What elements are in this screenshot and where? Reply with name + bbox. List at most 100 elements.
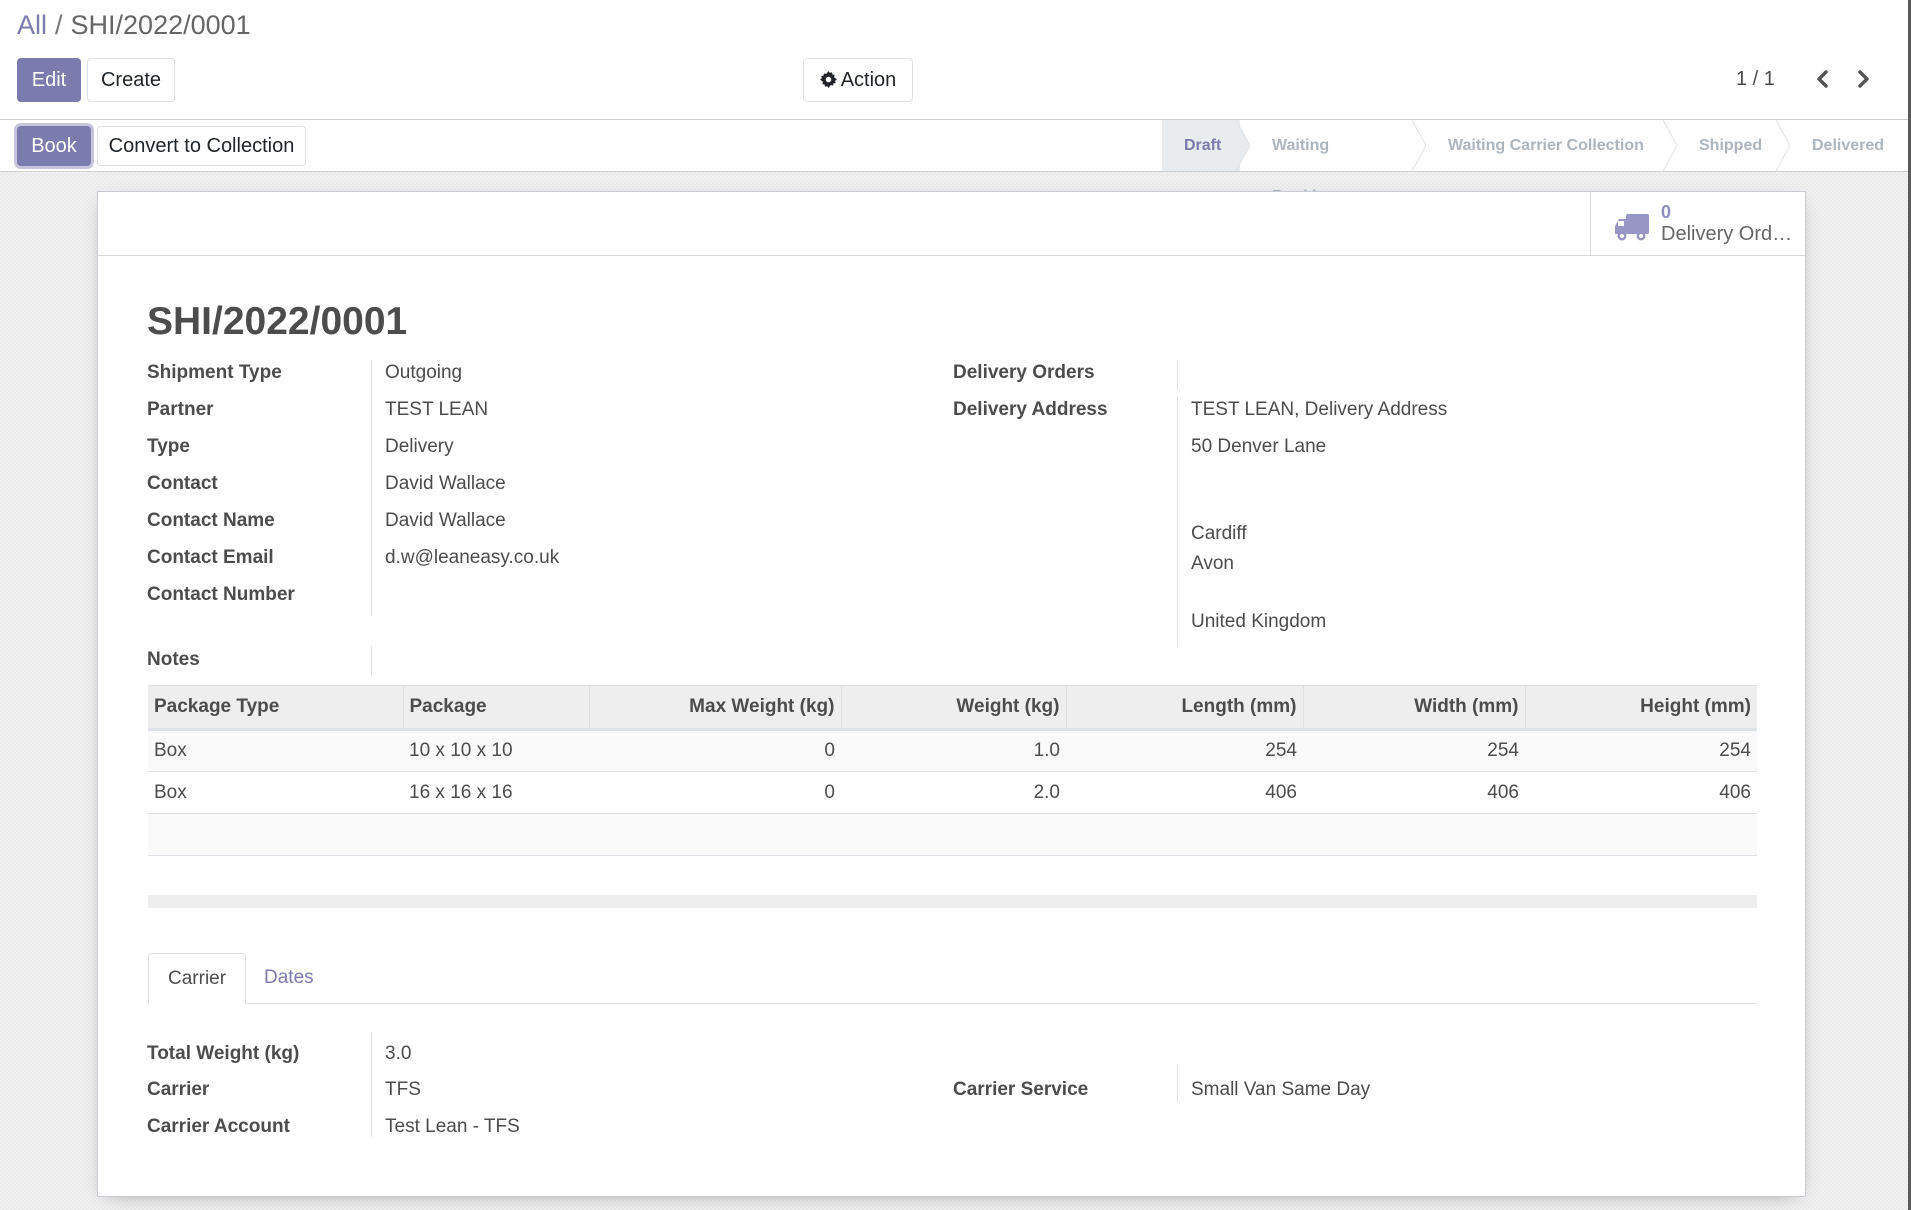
chevron-right-icon [1858, 70, 1869, 88]
cell-package: 16 x 16 x 16 [403, 771, 589, 814]
status-step-delivered[interactable]: Delivered [1780, 120, 1908, 171]
pager-value[interactable]: 1 / 1 [1736, 64, 1775, 94]
status-step-draft[interactable]: Draft [1162, 120, 1250, 171]
delivery-orders-stat-button[interactable]: 0 Delivery Ord… [1590, 192, 1805, 255]
table-row[interactable]: Box 16 x 16 x 16 0 2.0 406 406 406 [148, 771, 1757, 814]
tab-dates[interactable]: Dates [245, 953, 333, 1004]
book-button[interactable]: Book [17, 126, 91, 166]
carrier-service-label: Carrier Service [953, 1079, 1089, 1100]
breadcrumb-root-link[interactable]: All [17, 10, 47, 40]
contact-email-label: Contact Email [147, 547, 274, 568]
column-header-package[interactable]: Package [403, 685, 590, 731]
table-row[interactable]: Box 10 x 10 x 10 0 1.0 254 254 254 [148, 729, 1757, 772]
carrier-value: TFS [385, 1079, 421, 1100]
table-footer [148, 895, 1757, 908]
cell-width: 406 [1303, 771, 1525, 814]
cell-max-weight: 0 [589, 771, 841, 814]
notebook-tabs: Carrier Dates [148, 953, 1757, 1005]
type-value: Delivery [385, 436, 454, 457]
create-button[interactable]: Create [87, 58, 175, 102]
contact-value: David Wallace [385, 473, 506, 494]
partner-label: Partner [147, 399, 214, 420]
contact-name-value: David Wallace [385, 510, 506, 531]
breadcrumb-current: SHI/2022/0001 [70, 10, 251, 40]
edit-button[interactable]: Edit [17, 58, 81, 102]
table-empty-row [148, 813, 1757, 856]
tab-carrier[interactable]: Carrier [148, 953, 247, 1005]
truck-icon [1615, 214, 1649, 241]
status-step-label: Draft [1184, 137, 1222, 154]
total-weight-value: 3.0 [385, 1043, 412, 1064]
status-step-label: Shipped [1699, 137, 1763, 154]
type-label: Type [147, 436, 190, 457]
delivery-orders-label: Delivery Ord… [1661, 223, 1793, 245]
form-sheet: 0 Delivery Ord… SHI/2022/0001 Shipment T… [97, 191, 1806, 1197]
packages-table: Package Type Package Max Weight (kg) Wei… [148, 685, 1757, 856]
pager-previous-button[interactable] [1808, 64, 1838, 94]
form-statusbar: Book Convert to Collection Draft Waiting… [0, 120, 1908, 205]
breadcrumb: All / SHI/2022/0001 [17, 8, 251, 42]
notes-label: Notes [147, 649, 200, 670]
delivery-orders-field-label: Delivery Orders [953, 362, 1095, 383]
total-weight-label: Total Weight (kg) [147, 1043, 300, 1064]
partner-value: TEST LEAN [385, 399, 489, 420]
status-step-waiting-booking[interactable]: Waiting Booking [1240, 120, 1426, 205]
cell-length: 406 [1066, 771, 1303, 814]
address-country: United Kingdom [1191, 611, 1327, 632]
field-divider [1177, 397, 1178, 647]
cell-max-weight: 0 [589, 729, 841, 772]
carrier-account-label: Carrier Account [147, 1116, 290, 1137]
delivery-address-label: Delivery Address [953, 399, 1108, 420]
carrier-account-value: Test Lean - TFS [385, 1116, 520, 1137]
pager-next-button[interactable] [1848, 64, 1878, 94]
cell-width: 254 [1303, 729, 1525, 772]
cell-weight: 2.0 [841, 771, 1066, 814]
address-line-1: TEST LEAN, Delivery Address [1191, 399, 1448, 420]
cell-package: 10 x 10 x 10 [403, 729, 589, 772]
column-header-package-type[interactable]: Package Type [148, 685, 404, 731]
carrier-label: Carrier [147, 1079, 210, 1100]
carrier-service-value: Small Van Same Day [1191, 1079, 1371, 1100]
address-line-2: 50 Denver Lane [1191, 436, 1327, 457]
address-state: Avon [1191, 553, 1234, 574]
contact-number-label: Contact Number [147, 584, 295, 605]
field-divider [371, 646, 372, 675]
status-step-label: Waiting Carrier Collection [1448, 137, 1644, 154]
column-header-length[interactable]: Length (mm) [1066, 685, 1304, 731]
cell-package-type: Box [148, 771, 403, 814]
column-header-height[interactable]: Height (mm) [1525, 685, 1757, 731]
status-steps: Draft Waiting Booking Waiting Carrier Co… [1162, 120, 1908, 205]
field-divider [1177, 360, 1178, 390]
cell-weight: 1.0 [841, 729, 1066, 772]
cell-height: 406 [1525, 771, 1757, 814]
shipment-type-value: Outgoing [385, 362, 463, 383]
status-step-shipped[interactable]: Shipped [1667, 120, 1790, 171]
action-label: Action [840, 69, 897, 91]
convert-to-collection-button[interactable]: Convert to Collection [97, 126, 306, 166]
status-arrow-icon [1663, 120, 1677, 171]
status-arrow-icon [1412, 120, 1426, 171]
status-arrow-icon [1236, 120, 1250, 171]
chevron-left-icon [1817, 70, 1828, 88]
breadcrumb-separator: / [55, 10, 63, 40]
cell-package-type: Box [148, 729, 403, 772]
address-city: Cardiff [1191, 523, 1247, 544]
table-header-row: Package Type Package Max Weight (kg) Wei… [148, 685, 1757, 731]
status-step-label: Delivered [1812, 137, 1885, 154]
cell-height: 254 [1525, 729, 1757, 772]
contact-name-label: Contact Name [147, 510, 275, 531]
column-header-weight[interactable]: Weight (kg) [841, 685, 1067, 731]
column-header-max-weight[interactable]: Max Weight (kg) [589, 685, 842, 731]
record-title: SHI/2022/0001 [147, 300, 408, 343]
gear-icon [819, 61, 837, 103]
status-arrow-icon [1776, 120, 1790, 171]
cell-length: 254 [1066, 729, 1303, 772]
column-header-width[interactable]: Width (mm) [1303, 685, 1526, 731]
shipment-type-label: Shipment Type [147, 362, 282, 383]
status-step-waiting-carrier-collection[interactable]: Waiting Carrier Collection [1416, 120, 1677, 171]
field-divider [371, 360, 372, 616]
action-button[interactable]: Action [803, 58, 913, 102]
contact-label: Contact [147, 473, 218, 494]
contact-email-value: d.w@leaneasy.co.uk [385, 547, 560, 568]
button-box: 0 Delivery Ord… [98, 192, 1805, 256]
